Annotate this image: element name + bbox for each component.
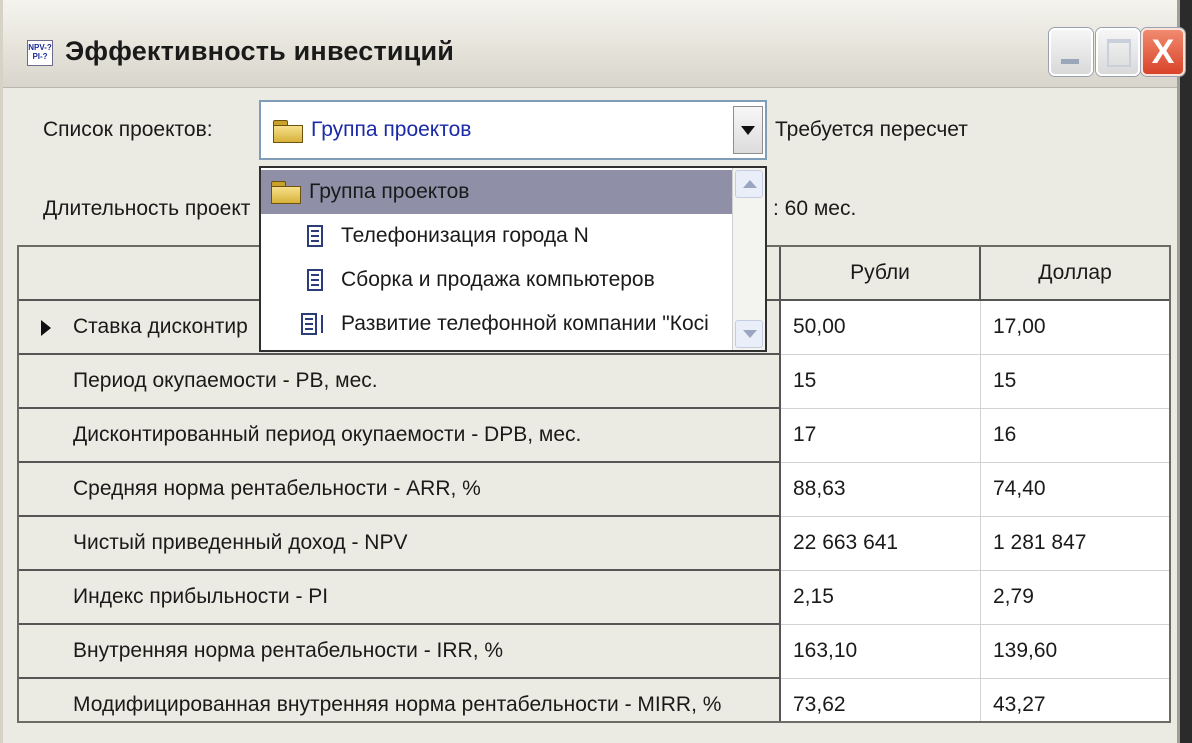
row-label: Средняя норма рентабельности - ARR, % <box>73 477 481 500</box>
dropdown-item-label: Группа проектов <box>309 180 470 203</box>
usd-value: 43,27 <box>993 693 1046 716</box>
header-usd-column[interactable]: Доллар <box>981 247 1169 301</box>
usd-value: 74,40 <box>993 477 1046 500</box>
rub-value-cell[interactable]: 15 <box>781 355 981 409</box>
rub-value: 73,62 <box>793 693 846 716</box>
row-label-cell: Чистый приведенный доход - NPV <box>19 517 781 571</box>
rub-value: 22 663 641 <box>793 531 899 554</box>
dropdown-item-city-telephony[interactable]: Телефонизация города N <box>261 214 733 258</box>
dropdown-item-project-group[interactable]: Группа проектов <box>261 170 733 214</box>
table-row[interactable]: Период окупаемости - PB, мес. 15 15 <box>19 355 1169 409</box>
usd-value: 1 281 847 <box>993 531 1087 554</box>
row-label: Период окупаемости - PB, мес. <box>73 369 378 392</box>
projects-dropdown-list[interactable]: Группа проектов Телефонизация города N С… <box>259 166 767 352</box>
rub-value-cell[interactable]: 2,15 <box>781 571 981 625</box>
usd-value-cell[interactable]: 1 281 847 <box>981 517 1169 571</box>
dropdown-scrollbar[interactable] <box>732 168 765 350</box>
rub-value: 88,63 <box>793 477 846 500</box>
rub-value: 2,15 <box>793 585 834 608</box>
dropdown-item-label: Сборка и продажа компьютеров <box>341 268 655 291</box>
title-bar[interactable]: NPV-? PI-? Эффективность инвестиций X <box>3 0 1185 88</box>
usd-value: 17,00 <box>993 315 1046 338</box>
row-label-cell: Средняя норма рентабельности - ARR, % <box>19 463 781 517</box>
row-label: Чистый приведенный доход - NPV <box>73 531 408 554</box>
dropdown-item-phone-company[interactable]: Развитие телефонной компании "Косі <box>261 302 733 346</box>
rub-value: 17 <box>793 423 817 446</box>
row-label-cell: Внутренняя норма рентабельности - IRR, % <box>19 625 781 679</box>
window-title: Эффективность инвестиций <box>65 36 455 66</box>
usd-value-cell[interactable]: 43,27 <box>981 679 1169 721</box>
usd-value: 2,79 <box>993 585 1034 608</box>
combobox-dropdown-arrow-button[interactable] <box>733 106 763 154</box>
row-label: Дисконтированный период окупаемости - DP… <box>73 423 582 446</box>
rub-value: 163,10 <box>793 639 858 662</box>
table-row[interactable]: Внутренняя норма рентабельности - IRR, %… <box>19 625 1169 679</box>
usd-value-cell[interactable]: 15 <box>981 355 1169 409</box>
table-row[interactable]: Средняя норма рентабельности - ARR, % 88… <box>19 463 1169 517</box>
recalc-status-text: Требуется пересчет <box>775 118 968 141</box>
usd-value: 139,60 <box>993 639 1058 662</box>
rub-value: 15 <box>793 369 817 392</box>
row-label: Внутренняя норма рентабельности - IRR, % <box>73 639 504 662</box>
usd-value-cell[interactable]: 2,79 <box>981 571 1169 625</box>
close-icon: X <box>1151 33 1175 71</box>
projects-combobox-value: Группа проектов <box>311 118 472 141</box>
document-icon <box>307 225 323 247</box>
usd-value: 15 <box>993 369 1017 392</box>
row-label-cell: Дисконтированный период окупаемости - DP… <box>19 409 781 463</box>
usd-value-cell[interactable]: 17,00 <box>981 301 1169 355</box>
row-label-cell: Модифицированная внутренняя норма рентаб… <box>19 679 781 721</box>
folder-icon <box>271 181 301 204</box>
usd-value-cell[interactable]: 74,40 <box>981 463 1169 517</box>
rub-value: 50,00 <box>793 315 846 338</box>
maximize-button[interactable] <box>1096 28 1140 76</box>
projects-combobox[interactable]: Группа проектов <box>259 100 767 160</box>
app-icon[interactable]: NPV-? PI-? <box>27 40 53 66</box>
table-row[interactable]: Модифицированная внутренняя норма рентаб… <box>19 679 1169 721</box>
folder-icon <box>273 120 303 143</box>
rub-value-cell[interactable]: 73,62 <box>781 679 981 721</box>
dropdown-item-label: Телефонизация города N <box>341 224 589 247</box>
usd-value-cell[interactable]: 16 <box>981 409 1169 463</box>
rub-value-cell[interactable]: 88,63 <box>781 463 981 517</box>
minimize-button[interactable] <box>1049 28 1093 76</box>
row-label-cell: Индекс прибыльности - PI <box>19 571 781 625</box>
current-row-indicator-icon <box>41 320 51 336</box>
row-label: Модифицированная внутренняя норма рентаб… <box>73 693 722 716</box>
header-rub-column[interactable]: Рубли <box>781 247 981 301</box>
rub-value-cell[interactable]: 50,00 <box>781 301 981 355</box>
app-window: NPV-? PI-? Эффективность инвестиций X Сп… <box>0 0 1185 743</box>
row-label: Ставка дисконтир <box>73 315 248 338</box>
row-label-cell: Период окупаемости - PB, мес. <box>19 355 781 409</box>
scroll-down-button[interactable] <box>735 320 763 348</box>
row-label: Индекс прибыльности - PI <box>73 585 329 608</box>
rub-value-cell[interactable]: 17 <box>781 409 981 463</box>
table-row[interactable]: Чистый приведенный доход - NPV 22 663 64… <box>19 517 1169 571</box>
usd-value-cell[interactable]: 139,60 <box>981 625 1169 679</box>
document-icon <box>307 269 323 291</box>
duration-label: Длительность проект <box>43 197 251 220</box>
rub-value-cell[interactable]: 22 663 641 <box>781 517 981 571</box>
usd-value: 16 <box>993 423 1017 446</box>
scroll-up-button[interactable] <box>735 170 763 198</box>
dropdown-item-label: Развитие телефонной компании "Косі <box>341 312 709 335</box>
multi-document-icon <box>301 313 317 335</box>
rub-value-cell[interactable]: 163,10 <box>781 625 981 679</box>
table-row[interactable]: Индекс прибыльности - PI 2,15 2,79 <box>19 571 1169 625</box>
close-button[interactable]: X <box>1141 28 1185 76</box>
table-row[interactable]: Дисконтированный период окупаемости - DP… <box>19 409 1169 463</box>
projects-label: Список проектов: <box>43 118 213 141</box>
dropdown-item-computer-assembly[interactable]: Сборка и продажа компьютеров <box>261 258 733 302</box>
duration-value: : 60 мес. <box>773 197 857 220</box>
